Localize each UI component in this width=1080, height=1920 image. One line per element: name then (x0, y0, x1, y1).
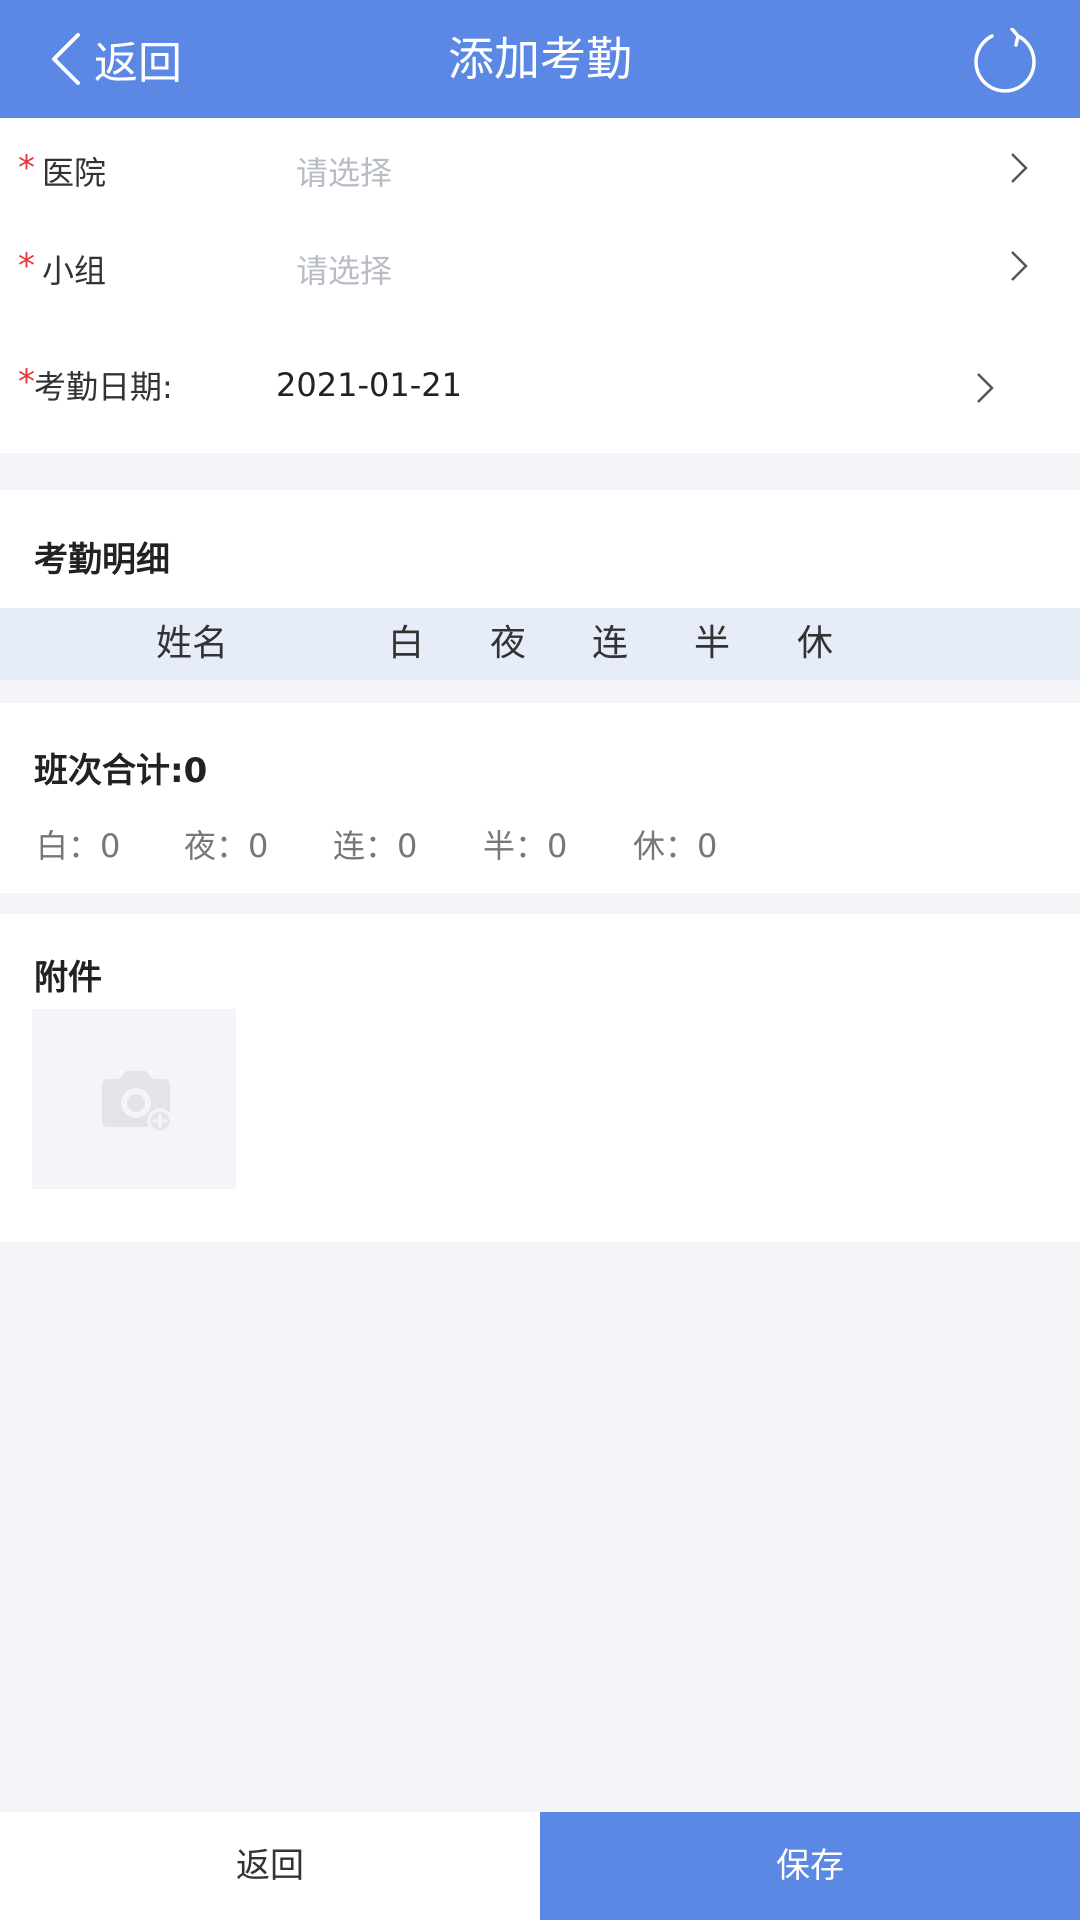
required-mark: * (18, 148, 35, 188)
upload-photo-button[interactable] (32, 1009, 236, 1189)
stat-rest: 休：0 (633, 827, 718, 865)
back-button[interactable]: 返回 (0, 1812, 540, 1920)
column-rest: 休 (796, 623, 834, 664)
attendance-detail-section: 考勤明细 (0, 490, 1080, 608)
column-half: 半 (693, 623, 731, 664)
attachment-title: 附件 (34, 958, 102, 998)
date-label: 考勤日期: (34, 368, 173, 406)
refresh-icon (974, 27, 1036, 93)
stat-night: 夜：0 (184, 827, 269, 865)
stat-half: 半：0 (483, 827, 568, 865)
top-bar: 返回 添加考勤 (0, 0, 1080, 118)
chevron-right-icon (977, 373, 994, 403)
refresh-button[interactable] (972, 27, 1038, 94)
shift-summary-section: 班次合计:0 白：0 夜：0 连：0 半：0 休：0 (0, 703, 1080, 893)
required-mark: * (18, 246, 35, 286)
save-button[interactable]: 保存 (540, 1812, 1080, 1920)
stat-day: 白：0 (36, 827, 121, 865)
column-name: 姓名 (155, 623, 229, 664)
hospital-label: 医院 (42, 154, 107, 192)
group-label: 小组 (42, 252, 107, 290)
date-select-row[interactable]: * 考勤日期: 2021-01-21 (0, 316, 1080, 453)
chevron-right-icon (1011, 153, 1028, 183)
chevron-right-icon (1011, 251, 1028, 281)
hospital-select-row[interactable]: * 医院 请选择 (0, 118, 1080, 216)
column-day: 白 (387, 623, 425, 664)
hospital-placeholder: 请选择 (296, 154, 393, 192)
date-value: 2021-01-21 (276, 366, 462, 404)
camera-add-icon (102, 1071, 173, 1133)
attendance-detail-title: 考勤明细 (34, 540, 170, 580)
column-night: 夜 (489, 623, 527, 664)
required-mark: * (18, 362, 35, 402)
group-select-row[interactable]: * 小组 请选择 (0, 216, 1080, 316)
stat-continuous: 连：0 (333, 827, 418, 865)
group-placeholder: 请选择 (296, 252, 393, 290)
bottom-action-bar: 返回 保存 (0, 1812, 1080, 1920)
form-card: * 医院 请选择 * 小组 请选择 * 考勤日期: 2021-01-21 (0, 118, 1080, 453)
column-continuous: 连 (591, 623, 629, 664)
shift-total: 班次合计:0 (34, 751, 208, 791)
attachment-section: 附件 (0, 914, 1080, 1242)
attendance-table-header: 姓名 白 夜 连 半 休 (0, 608, 1080, 680)
page-title: 添加考勤 (448, 32, 632, 86)
